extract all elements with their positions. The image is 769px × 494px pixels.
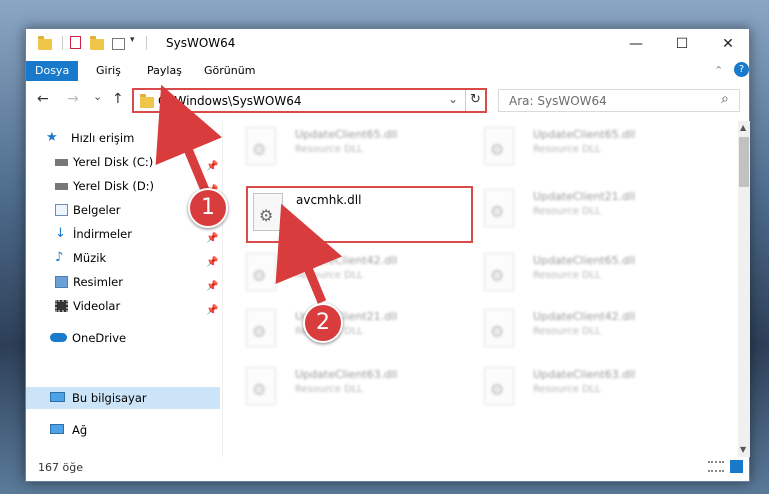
arrow-2 xyxy=(275,203,343,304)
callout-badge-2: 2 xyxy=(303,303,343,343)
arrow-1 xyxy=(155,84,223,192)
callout-badge-1: 1 xyxy=(188,188,228,228)
annotation-arrows xyxy=(155,84,343,304)
